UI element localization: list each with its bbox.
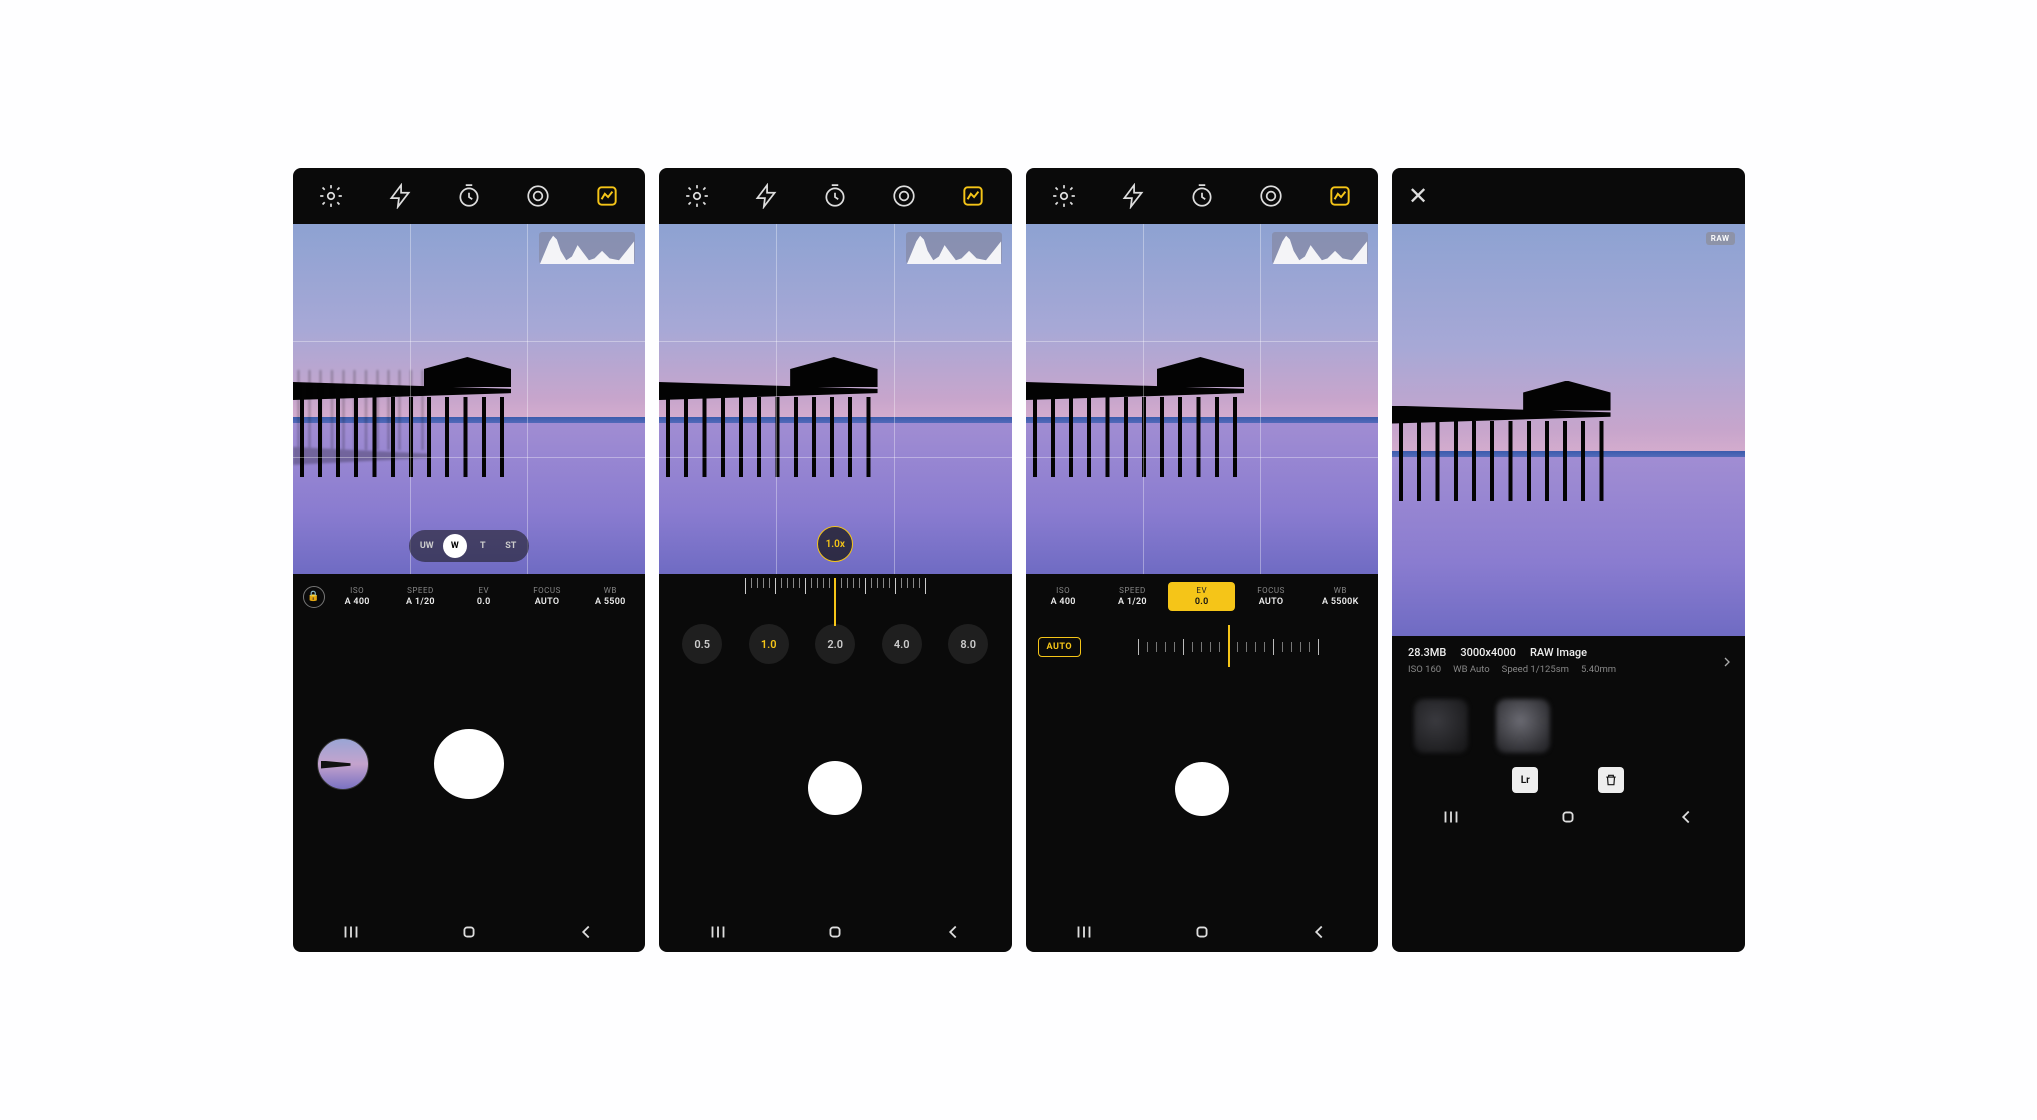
top-toolbar bbox=[1026, 168, 1379, 224]
android-nav-bar bbox=[293, 912, 646, 952]
zoom-stop-4.0[interactable]: 4.0 bbox=[882, 624, 922, 664]
flash-icon[interactable] bbox=[1120, 183, 1146, 209]
histogram-toggle-icon[interactable] bbox=[1327, 183, 1353, 209]
nav-recents-icon[interactable] bbox=[707, 921, 729, 943]
param-ev[interactable]: EV0.0 bbox=[1168, 582, 1235, 611]
zoom-stop-1.0[interactable]: 1.0 bbox=[749, 624, 789, 664]
parameter-strip: ISOA 400 SPEEDA 1/20 EV0.0 FOCUSAUTO WBA… bbox=[1026, 574, 1379, 615]
ae-lock-icon[interactable]: 🔒 bbox=[303, 586, 325, 608]
screen-image-review: ✕ RAW 28.3MB 3000x4000 RAW Image ISO 160… bbox=[1392, 168, 1745, 952]
meta-speed: Speed 1/125sm bbox=[1502, 664, 1569, 675]
nav-home-icon[interactable] bbox=[1557, 806, 1579, 828]
param-speed[interactable]: SPEEDA 1/20 bbox=[390, 582, 451, 611]
android-nav-bar bbox=[1026, 912, 1379, 952]
viewfinder[interactable]: UW W T ST bbox=[293, 224, 646, 574]
settings-icon[interactable] bbox=[684, 183, 710, 209]
param-wb[interactable]: WBA 5500 bbox=[580, 582, 641, 611]
top-toolbar bbox=[293, 168, 646, 224]
meta-filesize: 28.3MB bbox=[1408, 646, 1446, 659]
action-row: Lr bbox=[1392, 757, 1745, 797]
parameter-strip: 🔒 ISOA 400 SPEEDA 1/20 EV0.0 FOCUSAUTO W… bbox=[293, 574, 646, 615]
lens-option-t[interactable]: T bbox=[471, 534, 495, 558]
shutter-area bbox=[1026, 665, 1379, 912]
histogram-toggle-icon[interactable] bbox=[960, 183, 986, 209]
nav-back-icon[interactable] bbox=[1308, 921, 1330, 943]
histogram-overlay bbox=[1272, 232, 1368, 264]
raw-badge: RAW bbox=[1706, 232, 1735, 245]
ev-auto-chip[interactable]: AUTO bbox=[1038, 637, 1082, 657]
nav-home-icon[interactable] bbox=[1191, 921, 1213, 943]
preview-thumb[interactable] bbox=[1496, 699, 1550, 753]
meta-focal: 5.40mm bbox=[1581, 664, 1616, 675]
histogram-toggle-icon[interactable] bbox=[594, 183, 620, 209]
gallery-thumbnail[interactable] bbox=[317, 738, 369, 790]
screen-zoom-selector: 1.0x 0.5 1.0 2.0 4.0 8.0 bbox=[659, 168, 1012, 952]
preview-thumbnails bbox=[1392, 685, 1745, 757]
lens-option-w[interactable]: W bbox=[443, 534, 467, 558]
nav-recents-icon[interactable] bbox=[1073, 921, 1095, 943]
param-wb[interactable]: WBA 5500K bbox=[1307, 582, 1374, 611]
param-ev[interactable]: EV0.0 bbox=[453, 582, 514, 611]
flash-icon[interactable] bbox=[753, 183, 779, 209]
timer-icon[interactable] bbox=[456, 183, 482, 209]
metering-icon[interactable] bbox=[1258, 183, 1284, 209]
screen-ev-adjust: ISOA 400 SPEEDA 1/20 EV0.0 FOCUSAUTO WBA… bbox=[1026, 168, 1379, 952]
android-nav-bar bbox=[1392, 797, 1745, 837]
nav-back-icon[interactable] bbox=[942, 921, 964, 943]
histogram-overlay bbox=[539, 232, 635, 264]
meta-dimensions: 3000x4000 bbox=[1460, 646, 1516, 659]
metering-icon[interactable] bbox=[525, 183, 551, 209]
zoom-stop-8.0[interactable]: 8.0 bbox=[948, 624, 988, 664]
nav-back-icon[interactable] bbox=[575, 921, 597, 943]
shutter-area bbox=[659, 664, 1012, 912]
lens-selector[interactable]: UW W T ST bbox=[409, 530, 529, 562]
timer-icon[interactable] bbox=[1189, 183, 1215, 209]
shutter-button[interactable] bbox=[1175, 762, 1229, 816]
chevron-right-icon[interactable] bbox=[1719, 654, 1735, 674]
nav-back-icon[interactable] bbox=[1675, 806, 1697, 828]
viewfinder[interactable]: 1.0x bbox=[659, 224, 1012, 574]
image-metadata: 28.3MB 3000x4000 RAW Image ISO 160 WB Au… bbox=[1392, 636, 1745, 685]
nav-recents-icon[interactable] bbox=[340, 921, 362, 943]
meta-type: RAW Image bbox=[1530, 646, 1587, 659]
image-preview[interactable]: RAW bbox=[1392, 224, 1745, 636]
edit-lightroom-button[interactable]: Lr bbox=[1512, 767, 1538, 793]
meta-iso: ISO 160 bbox=[1408, 664, 1441, 675]
top-toolbar: ✕ bbox=[1392, 168, 1745, 224]
close-icon[interactable]: ✕ bbox=[1408, 182, 1428, 210]
preview-thumb[interactable] bbox=[1414, 699, 1468, 753]
zoom-tick-ruler[interactable] bbox=[659, 578, 1012, 606]
zoom-stop-0.5[interactable]: 0.5 bbox=[682, 624, 722, 664]
settings-icon[interactable] bbox=[318, 183, 344, 209]
zoom-indicator[interactable]: 1.0x bbox=[817, 526, 853, 562]
lens-option-uw[interactable]: UW bbox=[415, 534, 439, 558]
delete-button[interactable] bbox=[1598, 767, 1624, 793]
ev-tick-ruler[interactable] bbox=[1091, 629, 1366, 665]
meta-wb: WB Auto bbox=[1453, 664, 1490, 675]
nav-home-icon[interactable] bbox=[458, 921, 480, 943]
param-iso[interactable]: ISOA 400 bbox=[327, 582, 388, 611]
settings-icon[interactable] bbox=[1051, 183, 1077, 209]
top-toolbar bbox=[659, 168, 1012, 224]
lens-option-st[interactable]: ST bbox=[499, 534, 523, 558]
zoom-stop-2.0[interactable]: 2.0 bbox=[815, 624, 855, 664]
nav-recents-icon[interactable] bbox=[1440, 806, 1462, 828]
param-iso[interactable]: ISOA 400 bbox=[1030, 582, 1097, 611]
param-speed[interactable]: SPEEDA 1/20 bbox=[1099, 582, 1166, 611]
shutter-button[interactable] bbox=[808, 761, 862, 815]
android-nav-bar bbox=[659, 912, 1012, 952]
metering-icon[interactable] bbox=[891, 183, 917, 209]
histogram-overlay bbox=[906, 232, 1002, 264]
param-focus[interactable]: FOCUSAUTO bbox=[1237, 582, 1304, 611]
param-focus[interactable]: FOCUSAUTO bbox=[516, 582, 577, 611]
shutter-area bbox=[293, 615, 646, 912]
shutter-button[interactable] bbox=[434, 729, 504, 799]
flash-icon[interactable] bbox=[387, 183, 413, 209]
timer-icon[interactable] bbox=[822, 183, 848, 209]
ev-slider-row: AUTO bbox=[1026, 615, 1379, 665]
nav-home-icon[interactable] bbox=[824, 921, 846, 943]
viewfinder[interactable] bbox=[1026, 224, 1379, 574]
screen-pro-camera-main: UW W T ST 🔒 ISOA 400 SPEEDA 1/20 EV0.0 F… bbox=[293, 168, 646, 952]
